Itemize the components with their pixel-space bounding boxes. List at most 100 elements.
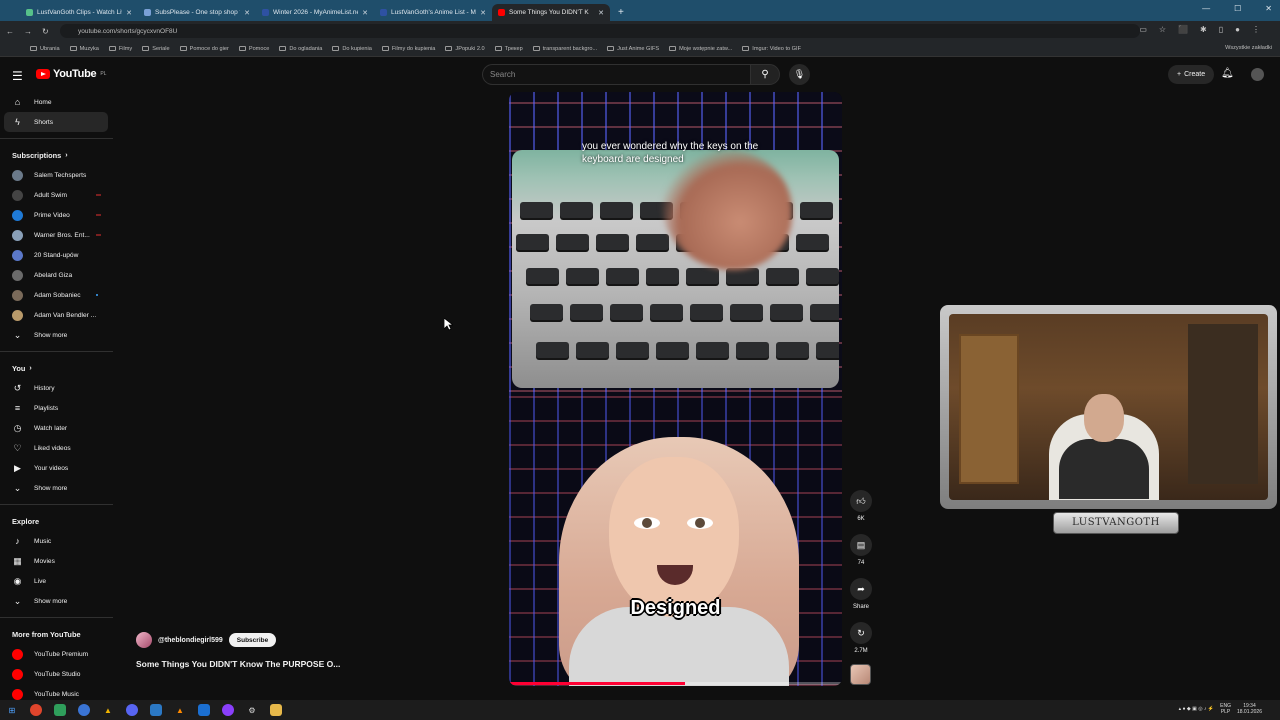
bookmark-item[interactable]: Ubrania <box>30 46 60 52</box>
maximize-icon[interactable]: ☐ <box>1234 4 1241 13</box>
create-button[interactable]: + Create <box>1168 65 1215 84</box>
browser-tab[interactable]: Some Things You DIDN'T K ✕ <box>492 4 610 21</box>
reload-icon[interactable]: ↻ <box>42 27 49 36</box>
bookmark-item[interactable]: Do kupienia <box>332 46 372 52</box>
profile-icon[interactable]: ● <box>1235 25 1240 34</box>
sidebar-item-shorts[interactable]: ϟ Shorts <box>4 112 108 132</box>
bookmark-item[interactable]: Moje wstępnie zatw... <box>669 46 732 52</box>
show-more-button[interactable]: ⌄ Show more <box>0 478 115 498</box>
app-icon[interactable] <box>54 704 66 716</box>
steam-icon[interactable] <box>198 704 210 716</box>
subscriptions-header[interactable]: Subscriptions › <box>0 145 115 165</box>
account-avatar[interactable] <box>1251 68 1264 81</box>
like-button[interactable]: 👍︎ 6K <box>847 490 875 522</box>
sidebar-item-more[interactable]: YouTube Premium <box>0 644 115 664</box>
subscription-item[interactable]: Adam Sobaniec <box>0 285 115 305</box>
tab-close-icon[interactable]: ✕ <box>598 9 604 17</box>
tray-icons[interactable]: ▴ ● ◆ ▣ ◎ ♪ ⚡ <box>1179 706 1215 712</box>
tab-close-icon[interactable]: ✕ <box>480 9 486 17</box>
you-header[interactable]: You › <box>0 358 115 378</box>
all-bookmarks[interactable]: Wszystkie zakładki <box>1225 45 1272 51</box>
tab-close-icon[interactable]: ✕ <box>126 9 132 17</box>
sidebar-item-you[interactable]: ▶ Your videos <box>0 458 115 478</box>
sidebar-item-you[interactable]: ◷ Watch later <box>0 418 115 438</box>
bookmark-item[interactable]: Muzyka <box>69 46 99 52</box>
subscription-item[interactable]: Abelard Giza <box>0 265 115 285</box>
tab-close-icon[interactable]: ✕ <box>362 9 368 17</box>
sidebar-item-explore[interactable]: ♪ Music <box>0 531 115 551</box>
app-icon[interactable]: ▲ <box>102 704 114 716</box>
forward-icon[interactable]: → <box>24 27 32 36</box>
bookmark-item[interactable]: Imgur: Video to GIF <box>742 46 801 52</box>
short-title[interactable]: Some Things You DIDN'T Know The PURPOSE … <box>136 659 340 669</box>
bookmark-item[interactable]: Трекер <box>494 46 523 52</box>
browser-tab[interactable]: SubsPlease - One stop shop fo ✕ <box>138 4 256 21</box>
remix-button[interactable]: ↻ 2.7M <box>847 622 875 654</box>
comments-button[interactable]: ▤ 74 <box>847 534 875 566</box>
sound-thumbnail[interactable] <box>850 664 871 685</box>
video-progress-bar[interactable] <box>509 682 842 685</box>
sidebar-item-you[interactable]: ♡ Liked videos <box>0 438 115 458</box>
discord-icon[interactable] <box>126 704 138 716</box>
channel-name[interactable]: @theblondiegirl599 <box>158 637 223 644</box>
extension-icon[interactable]: ⬛ <box>1178 25 1188 34</box>
puzzle-icon[interactable]: ✱ <box>1200 25 1207 34</box>
subscription-item[interactable]: Salem Techsperts <box>0 165 115 185</box>
bookmark-item[interactable]: Seriale <box>142 46 170 52</box>
bookmark-item[interactable]: Do ogladania <box>279 46 322 52</box>
sidebar-icon[interactable]: ▯ <box>1219 25 1223 34</box>
youtube-logo[interactable]: YouTube PL <box>36 68 106 80</box>
search-button[interactable]: ⚲ <box>750 64 780 85</box>
cast-icon[interactable]: ▭ <box>1139 25 1147 34</box>
subscription-item[interactable]: Adam Van Bendler ... <box>0 305 115 325</box>
notifications-bell-icon[interactable]: 🔔︎ <box>1221 68 1234 79</box>
address-bar[interactable]: youtube.com/shorts/gcycxvnOF8U <box>60 24 1140 38</box>
sidebar-item-more[interactable]: YouTube Studio <box>0 664 115 684</box>
new-tab-button[interactable]: + <box>618 7 624 18</box>
star-icon[interactable]: ☆ <box>1159 25 1166 34</box>
hamburger-menu-icon[interactable]: ☰ <box>12 69 23 83</box>
more-from-youtube-header[interactable]: More from YouTube <box>0 624 115 644</box>
close-window-icon[interactable]: ✕ <box>1265 4 1272 13</box>
browser-tab[interactable]: LustVanGoth's Anime List - My ✕ <box>374 4 492 21</box>
subscription-item[interactable]: Prime Video <box>0 205 115 225</box>
bookmark-item[interactable]: Just Anime GIFS <box>607 46 659 52</box>
voice-search-button[interactable]: 🎙︎ <box>789 64 810 85</box>
sidebar-item-you[interactable]: ≡ Playlists <box>0 398 115 418</box>
bookmark-item[interactable]: transparent backgro... <box>532 46 597 52</box>
sidebar-item-home[interactable]: ⌂ Home <box>0 92 115 112</box>
sidebar-item-explore[interactable]: ▦ Movies <box>0 551 115 571</box>
show-more-button[interactable]: ⌄ Show more <box>0 325 115 345</box>
search-input[interactable]: Search <box>482 64 750 85</box>
subscription-item[interactable]: 20 Stand-upów <box>0 245 115 265</box>
channel-avatar[interactable] <box>136 632 152 648</box>
show-more-button[interactable]: ⌄ Show more <box>0 591 115 611</box>
back-icon[interactable]: ← <box>6 27 14 36</box>
browser-tab[interactable]: Winter 2026 - MyAnimeList.net ✕ <box>256 4 374 21</box>
bookmark-item[interactable]: Pomoce <box>238 46 269 52</box>
sidebar-item-explore[interactable]: ◉ Live <box>0 571 115 591</box>
vlc-icon[interactable]: ▲ <box>174 704 186 716</box>
sidebar-item-you[interactable]: ↺ History <box>0 378 115 398</box>
minimize-icon[interactable]: — <box>1202 4 1210 13</box>
file-explorer-icon[interactable] <box>270 704 282 716</box>
app-icon[interactable] <box>150 704 162 716</box>
subscribe-button[interactable]: Subscribe <box>228 633 277 647</box>
explore-header[interactable]: Explore <box>0 511 115 531</box>
language-indicator[interactable]: ENG PLP <box>1220 703 1231 715</box>
bookmark-item[interactable]: Filmy do kupienia <box>381 46 435 52</box>
settings-gear-icon[interactable]: ⚙ <box>246 704 258 716</box>
bookmark-item[interactable]: Filmy <box>108 46 132 52</box>
subscription-item[interactable]: Adult Swim <box>0 185 115 205</box>
chrome-icon[interactable] <box>30 704 42 716</box>
clock[interactable]: 19:34 18.01.2026 <box>1237 703 1262 715</box>
share-button[interactable]: ➦ Share <box>847 578 875 610</box>
subscription-item[interactable]: Warner Bros. Ent... <box>0 225 115 245</box>
kebab-menu-icon[interactable]: ⋮ <box>1252 25 1260 34</box>
app-icon[interactable] <box>222 704 234 716</box>
bookmark-item[interactable]: Pomoce do gier <box>179 46 229 52</box>
browser-tab[interactable]: LustVanGoth Clips - Watch Liv ✕ <box>20 4 138 21</box>
bookmark-item[interactable]: JPopuki 2.0 <box>445 46 485 52</box>
browser-icon[interactable] <box>78 704 90 716</box>
start-icon[interactable]: ⊞ <box>6 704 18 716</box>
